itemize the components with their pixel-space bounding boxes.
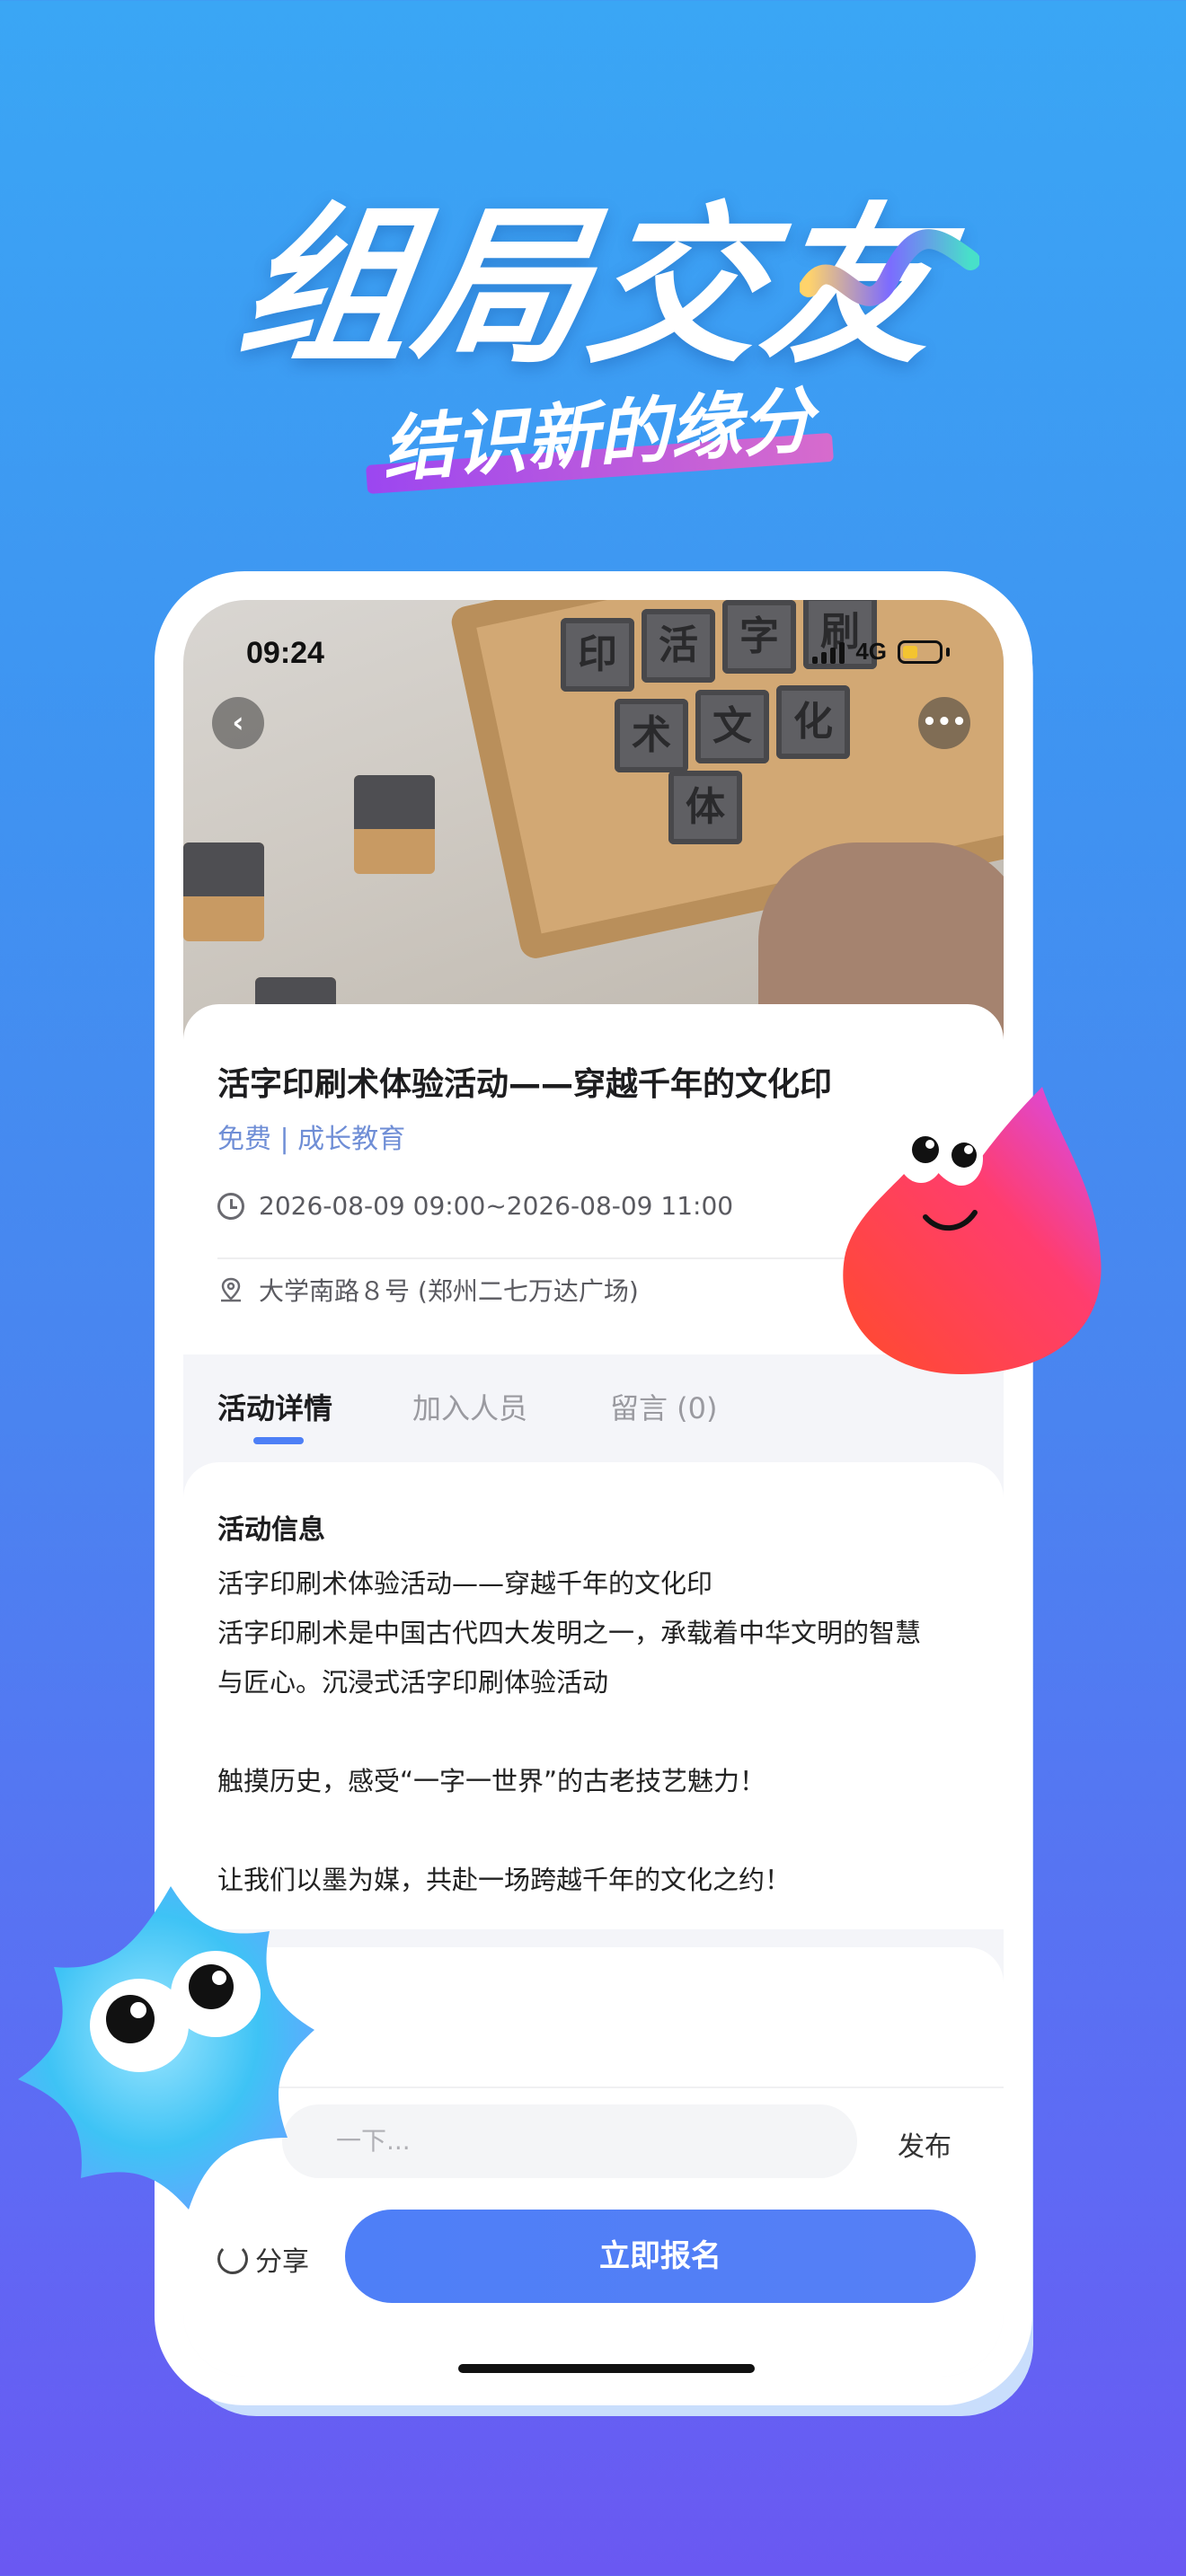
- status-indicators: 4G: [812, 638, 950, 666]
- type-block: 文: [695, 690, 769, 763]
- publish-button[interactable]: 发布: [898, 2124, 951, 2164]
- event-time: 2026-08-09 09:00~2026-08-09 11:00: [259, 1191, 734, 1221]
- battery-icon: [898, 640, 943, 664]
- hero-title: 组局交友: [228, 188, 954, 386]
- event-time-row: 2026-08-09 09:00~2026-08-09 11:00: [217, 1191, 733, 1221]
- type-block: 化: [776, 685, 850, 759]
- tab-details[interactable]: 活动详情: [217, 1386, 332, 1427]
- tab-members[interactable]: 加入人员: [412, 1386, 527, 1427]
- home-indicator: [458, 2364, 755, 2373]
- event-title: 活字印刷术体验活动——穿越千年的文化印: [217, 1066, 833, 1103]
- type-block: 活: [642, 609, 715, 683]
- detail-body: 活字印刷术体验活动——穿越千年的文化印 活字印刷术是中国古代四大发明之一，承载着…: [217, 1568, 922, 1895]
- signup-button[interactable]: 立即报名: [345, 2210, 976, 2303]
- loose-type-block: [354, 775, 435, 874]
- share-icon: [217, 2244, 248, 2274]
- type-block: 体: [668, 771, 742, 844]
- more-icon: •••: [922, 709, 967, 736]
- event-address-row[interactable]: 大学南路８号 (郑州二七万达广场): [217, 1272, 639, 1308]
- back-button[interactable]: ‹: [212, 697, 264, 749]
- tab-active-indicator: [253, 1437, 304, 1444]
- status-time: 09:24: [246, 636, 324, 670]
- network-label: 4G: [855, 638, 887, 665]
- battery-tip: [946, 647, 950, 657]
- flame-mascot: [843, 1087, 1102, 1374]
- type-block: 术: [615, 699, 688, 772]
- clock-icon: [217, 1192, 244, 1220]
- ribbon-decoration: [800, 229, 979, 306]
- chevron-left-icon: ‹: [232, 705, 244, 739]
- star-mascot: [18, 1886, 314, 2210]
- loose-type-block: [183, 842, 264, 941]
- detail-heading: 活动信息: [217, 1514, 325, 1546]
- signal-icon: [812, 640, 845, 664]
- more-button[interactable]: •••: [918, 697, 970, 749]
- tab-comments[interactable]: 留言 (0): [610, 1386, 718, 1427]
- event-tags: 免费 | 成长教育: [217, 1124, 406, 1155]
- type-block: 印: [561, 618, 634, 692]
- type-block: 字: [722, 600, 796, 674]
- event-detail-card: 活动信息 活字印刷术体验活动——穿越千年的文化印 活字印刷术是中国古代四大发明之…: [183, 1462, 1004, 1929]
- event-cover-photo: 印 活 字 刷 术 文 化 体 09:24 4G ‹ •••: [183, 600, 1004, 1040]
- event-address: 大学南路８号 (郑州二七万达广场): [259, 1276, 639, 1306]
- location-pin-icon: [221, 1277, 241, 1302]
